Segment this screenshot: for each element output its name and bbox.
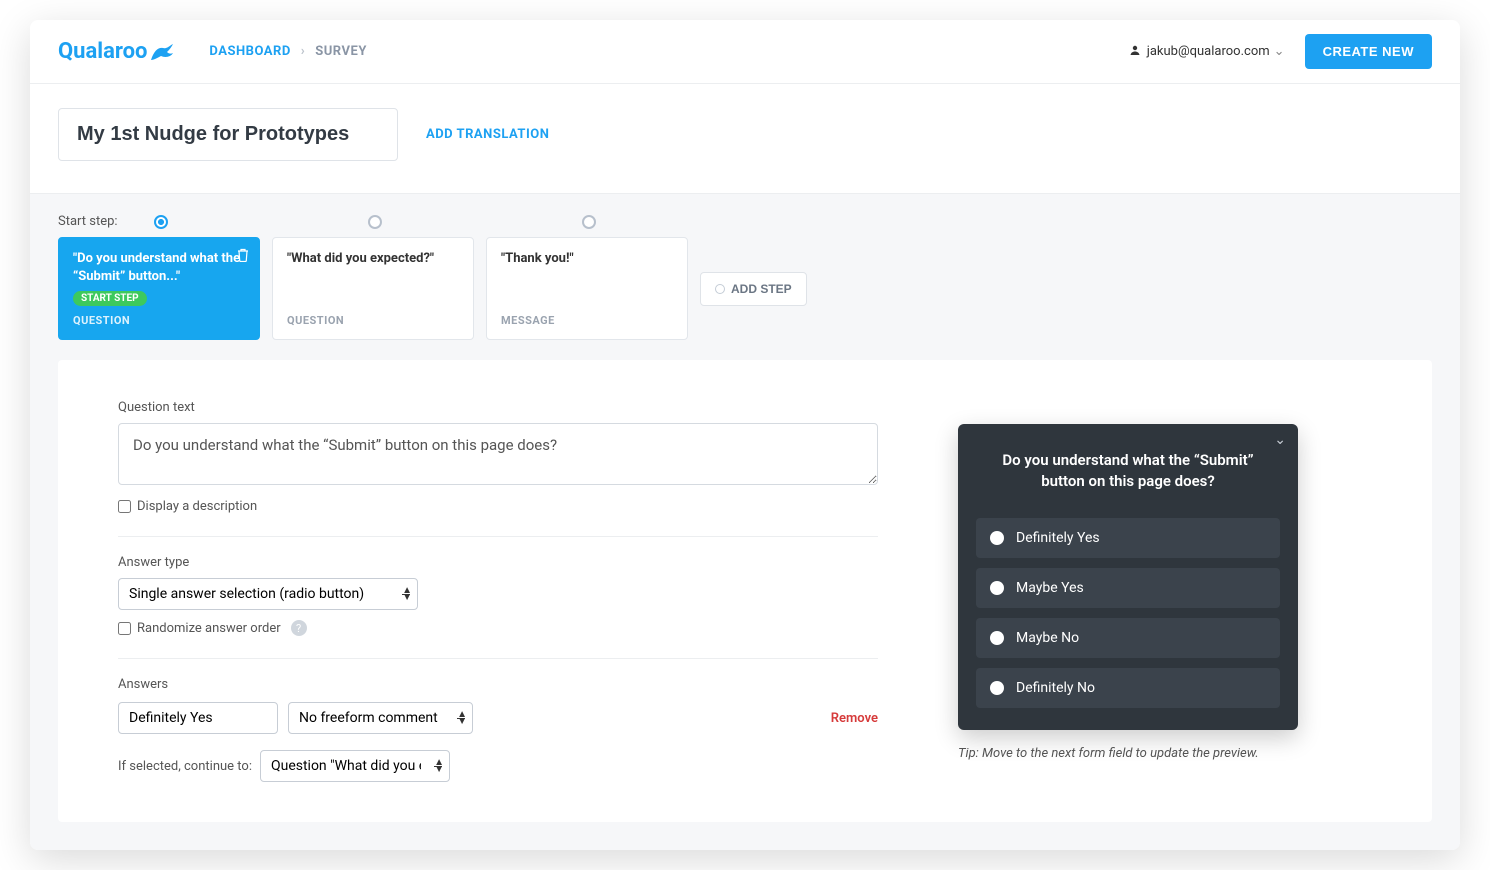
step-card-type: QUESTION [287, 314, 459, 327]
add-translation-button[interactable]: ADD TRANSLATION [426, 127, 549, 142]
title-row: ADD TRANSLATION [30, 84, 1460, 194]
randomize-label: Randomize answer order [137, 621, 281, 636]
start-step-radio-0[interactable] [154, 215, 168, 229]
question-text-input[interactable] [118, 423, 878, 485]
preview-option-label: Definitely Yes [1016, 530, 1100, 546]
trash-icon[interactable] [237, 248, 249, 266]
radio-empty-icon [715, 284, 725, 294]
app-shell: Qualaroo DASHBOARD › SURVEY jakub@qualar… [30, 20, 1460, 850]
user-email: jakub@qualaroo.com [1147, 44, 1270, 59]
help-icon[interactable]: ? [291, 620, 307, 636]
display-description-checkbox[interactable] [118, 500, 131, 513]
radio-icon [990, 681, 1004, 695]
user-menu[interactable]: jakub@qualaroo.com ⌄ [1129, 44, 1285, 60]
logo[interactable]: Qualaroo [58, 39, 177, 64]
answer-type-label: Answer type [118, 555, 878, 570]
create-new-button[interactable]: CREATE NEW [1305, 34, 1432, 69]
display-description-row[interactable]: Display a description [118, 499, 878, 514]
radio-icon [990, 531, 1004, 545]
add-step-button[interactable]: ADD STEP [700, 272, 807, 306]
display-description-label: Display a description [137, 499, 257, 514]
preview-option-label: Maybe No [1016, 630, 1079, 646]
step-card-type: QUESTION [73, 314, 245, 327]
collapse-icon[interactable]: ⌄ [1274, 432, 1286, 448]
preview-option-1[interactable]: Maybe Yes [976, 568, 1280, 608]
radio-icon [990, 581, 1004, 595]
radio-icon [990, 631, 1004, 645]
answer-row: No freeform comment ▲▼ [118, 702, 473, 734]
divider [118, 536, 878, 537]
answer-text-input[interactable] [118, 702, 278, 734]
remove-answer-button[interactable]: Remove [831, 711, 878, 726]
editor-column: Question text Display a description Answ… [118, 400, 878, 782]
continue-select[interactable]: Question "What did you expect [260, 750, 450, 782]
freeform-select[interactable]: No freeform comment [288, 702, 473, 734]
chevron-right-icon: › [301, 44, 305, 59]
continue-label: If selected, continue to: [118, 759, 252, 774]
preview-option-0[interactable]: Definitely Yes [976, 518, 1280, 558]
start-step-label: Start step: [58, 214, 154, 229]
step-card-title: "What did you expected?" [287, 250, 459, 268]
preview-question: Do you understand what the “Submit” butt… [976, 444, 1280, 508]
divider [118, 658, 878, 659]
step-card-title: "Do you understand what the “Submit” but… [73, 250, 245, 285]
step-card-1[interactable]: "What did you expected?" QUESTION [272, 237, 474, 340]
preview-option-label: Definitely No [1016, 680, 1095, 696]
preview-widget: ⌄ Do you understand what the “Submit” bu… [958, 424, 1298, 730]
steps-area: Start step: "Do you understand what the … [30, 194, 1460, 850]
start-step-radio-1[interactable] [368, 215, 382, 229]
start-step-radio-2[interactable] [582, 215, 596, 229]
randomize-row[interactable]: Randomize answer order ? [118, 620, 878, 636]
step-card-type: MESSAGE [501, 314, 673, 327]
step-card-2[interactable]: "Thank you!" MESSAGE [486, 237, 688, 340]
chevron-down-icon: ⌄ [1274, 44, 1285, 59]
step-card-0[interactable]: "Do you understand what the “Submit” but… [58, 237, 260, 340]
breadcrumb-current: SURVEY [315, 44, 367, 59]
answers-label: Answers [118, 677, 168, 692]
question-text-label: Question text [118, 400, 878, 415]
step-cards: "Do you understand what the “Submit” but… [58, 237, 1432, 340]
start-step-badge: START STEP [73, 291, 147, 306]
answer-type-select[interactable]: Single answer selection (radio button) [118, 578, 418, 610]
preview-option-label: Maybe Yes [1016, 580, 1084, 596]
preview-option-2[interactable]: Maybe No [976, 618, 1280, 658]
breadcrumb-dashboard[interactable]: DASHBOARD [209, 44, 290, 59]
nudge-title-input[interactable] [58, 108, 398, 161]
preview-option-3[interactable]: Definitely No [976, 668, 1280, 708]
preview-column: ⌄ Do you understand what the “Submit” bu… [958, 400, 1298, 782]
preview-tip: Tip: Move to the next form field to upda… [958, 746, 1298, 761]
randomize-checkbox[interactable] [118, 622, 131, 635]
topbar: Qualaroo DASHBOARD › SURVEY jakub@qualar… [30, 20, 1460, 84]
breadcrumb: DASHBOARD › SURVEY [209, 44, 366, 59]
step-card-title: "Thank you!" [501, 250, 673, 268]
user-icon [1129, 44, 1141, 60]
logo-text: Qualaroo [58, 39, 147, 64]
kangaroo-icon [149, 42, 177, 62]
add-step-label: ADD STEP [731, 282, 792, 296]
continue-row: If selected, continue to: Question "What… [118, 750, 878, 782]
start-step-row: Start step: [58, 214, 1432, 229]
main-panel: Question text Display a description Answ… [58, 360, 1432, 822]
